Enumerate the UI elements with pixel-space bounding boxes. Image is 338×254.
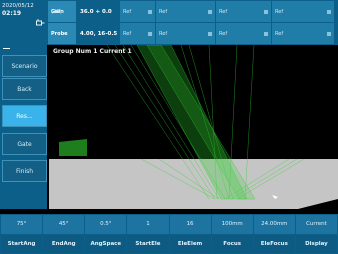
top-status-bar: 2020/05/12 02:19 Gain (dB) 36.0 + 0.0 Re… xyxy=(0,0,338,45)
probe-cell[interactable]: Probe xyxy=(48,23,76,44)
dropdown-icon xyxy=(208,9,212,14)
ref-label-6: Ref xyxy=(159,30,168,37)
time-label: 02:19 xyxy=(2,10,22,17)
softkey-start-element[interactable]: 1 StartEle xyxy=(127,215,169,253)
probe-value: 4.00, 16-0.5 xyxy=(80,30,118,37)
softkey-angle-space[interactable]: 0.5° AngSpace xyxy=(85,215,127,253)
softkey-bar: 75° StartAng 45° EndAng 0.5° AngSpace 1 … xyxy=(0,214,338,254)
softkey-display[interactable]: Current Display xyxy=(295,215,337,253)
menu-gate[interactable]: Gate xyxy=(2,133,47,155)
menu-scenario-label: Scenario xyxy=(11,62,38,70)
ref-cell-4[interactable]: Ref xyxy=(272,1,334,22)
dropdown-icon xyxy=(327,9,331,14)
menu-res-label: Res... xyxy=(16,112,33,120)
softkey-start-angle[interactable]: 75° StartAng xyxy=(1,215,43,253)
dropdown-icon xyxy=(264,31,268,36)
ref-label-3: Ref xyxy=(219,8,228,15)
menu-back[interactable]: Back xyxy=(2,78,47,100)
gain-cell[interactable]: Gain (dB) xyxy=(48,1,76,22)
softkey-focus[interactable]: 100mm Focus xyxy=(211,215,253,253)
scan-view: Group Num 1 Current 1 xyxy=(49,45,338,209)
softkey-label: StartEle xyxy=(127,234,169,253)
softkey-end-angle[interactable]: 45° EndAng xyxy=(43,215,85,253)
gain-value: 36.0 + 0.0 xyxy=(80,8,112,15)
ref-cell-3[interactable]: Ref xyxy=(216,1,271,22)
test-part xyxy=(49,159,338,209)
softkey-value: 24.00mm xyxy=(253,215,295,234)
softkey-element-focus[interactable]: 24.00mm EleFocus xyxy=(253,215,295,253)
ref-label-2: Ref xyxy=(159,8,168,15)
wedge-shape xyxy=(59,139,87,156)
menu-res[interactable]: Res... xyxy=(2,105,47,127)
softkey-element-count[interactable]: 16 EleElem xyxy=(169,215,211,253)
dropdown-icon xyxy=(208,31,212,36)
softkey-label: EleFocus xyxy=(253,234,295,253)
ref-label-4: Ref xyxy=(275,8,284,15)
inspection-screen: 2020/05/12 02:19 Gain (dB) 36.0 + 0.0 Re… xyxy=(0,0,338,254)
ref-cell-8[interactable]: Ref xyxy=(272,23,334,44)
softkey-label: AngSpace xyxy=(85,234,127,253)
menu-scenario[interactable]: Scenario xyxy=(2,55,47,77)
softkey-value: 75° xyxy=(1,215,43,234)
ref-cell-7[interactable]: Ref xyxy=(216,23,271,44)
dropdown-icon xyxy=(327,31,331,36)
softkey-label: EleElem xyxy=(169,234,211,253)
softkey-label: Display xyxy=(295,234,337,253)
probe-connector-icon xyxy=(36,19,45,26)
softkey-label: EndAng xyxy=(43,234,85,253)
ref-cell-5[interactable]: Ref xyxy=(120,23,155,44)
date-label: 2020/05/12 xyxy=(2,3,34,9)
menu-gate-label: Gate xyxy=(17,140,32,148)
softkey-value: 16 xyxy=(169,215,211,234)
softkey-value: Current xyxy=(295,215,337,234)
menu-finish-label: Finish xyxy=(15,167,34,175)
softkey-grid: 75° StartAng 45° EndAng 0.5° AngSpace 1 … xyxy=(0,214,338,254)
menu-back-label: Back xyxy=(17,85,32,93)
ref-label-1: Ref xyxy=(123,8,132,15)
softkey-value: 100mm xyxy=(211,215,253,234)
menu-marker xyxy=(3,48,10,49)
dropdown-icon xyxy=(264,9,268,14)
left-menu: Scenario Back Res... Gate Finish xyxy=(0,45,47,209)
softkey-label: Focus xyxy=(211,234,253,253)
probe-label: Probe xyxy=(51,30,68,37)
beam-simulation[interactable] xyxy=(49,45,338,209)
ref-label-5: Ref xyxy=(123,30,132,37)
ref-cell-6[interactable]: Ref xyxy=(156,23,215,44)
gain-value-cell[interactable]: 36.0 + 0.0 xyxy=(77,1,119,22)
ref-cell-1[interactable]: Ref xyxy=(120,1,155,22)
softkey-value: 1 xyxy=(127,215,169,234)
dropdown-icon xyxy=(148,31,152,36)
dropdown-icon xyxy=(148,9,152,14)
softkey-value: 45° xyxy=(43,215,85,234)
ref-label-8: Ref xyxy=(275,30,284,37)
gain-unit: (dB) xyxy=(51,10,62,15)
probe-value-cell[interactable]: 4.00, 16-0.5 xyxy=(77,23,119,44)
menu-finish[interactable]: Finish xyxy=(2,160,47,182)
softkey-value: 0.5° xyxy=(85,215,127,234)
ref-label-7: Ref xyxy=(219,30,228,37)
parameter-grid: Gain (dB) 36.0 + 0.0 Ref Ref Ref Ref Pro… xyxy=(48,1,337,44)
softkey-label: StartAng xyxy=(1,234,43,253)
ref-cell-2[interactable]: Ref xyxy=(156,1,215,22)
